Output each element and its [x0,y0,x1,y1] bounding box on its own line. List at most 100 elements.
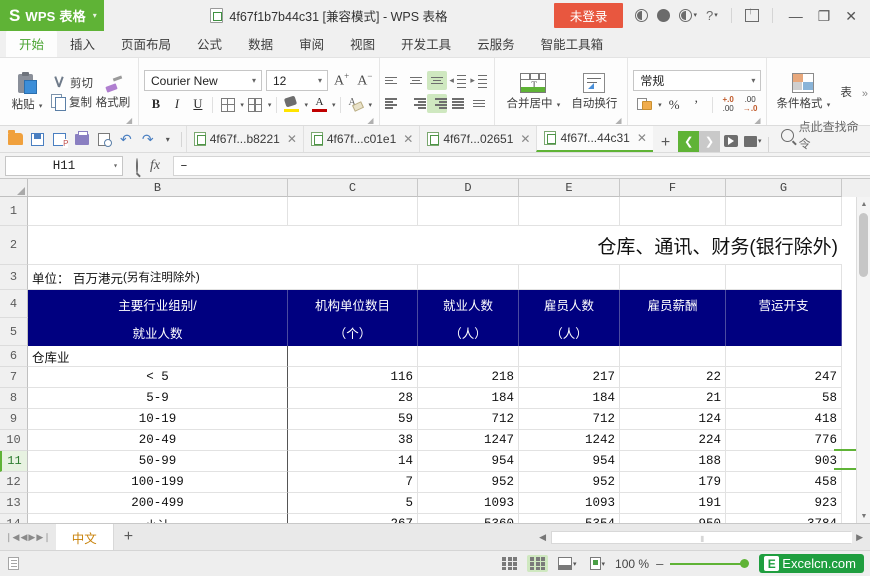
ribbon-tab-view[interactable]: 视图 [337,30,388,57]
zoom-formula-icon[interactable] [136,159,138,173]
row-header-13[interactable]: 13 [0,493,28,514]
vertical-scrollbar[interactable]: ▲ ▼ [856,197,870,523]
cell-units[interactable]: 38 [288,430,418,451]
cell-employment[interactable]: 712 [418,409,519,430]
page-break-view-button[interactable]: ▾ [555,555,580,572]
cell-units[interactable]: 28 [288,388,418,409]
hscroll-thumb[interactable]: ⦀ [552,532,852,543]
qat-more-icon[interactable]: ▾ [159,135,177,144]
cell-operating[interactable]: 776 [726,430,842,451]
select-all-corner[interactable] [0,179,28,197]
ribbon-tab-developer[interactable]: 开发工具 [388,30,464,57]
row-header-10[interactable]: 10 [0,430,28,451]
chevron-down-icon[interactable]: ▾ [240,101,244,109]
align-middle-button[interactable] [406,71,426,90]
cell-B3-unit[interactable]: 单位： 百万港元 (另有注明除外) [28,265,288,290]
close-icon[interactable]: ✕ [403,132,413,146]
upload-icon[interactable] [745,9,759,22]
ribbon-tab-page-layout[interactable]: 页面布局 [108,30,184,57]
close-icon[interactable]: ✕ [287,132,297,146]
close-button[interactable]: ✕ [842,9,860,23]
percent-format-button[interactable]: % [665,95,684,114]
hscroll-right-button[interactable]: ▶ [853,532,866,543]
cell-C6[interactable] [288,346,418,367]
cell-compensation[interactable]: 124 [620,409,726,430]
cell-G1[interactable] [726,197,842,226]
horizontal-scrollbar[interactable]: ◀ ⦀ ▶ [143,531,870,544]
clipboard-dialog-launcher[interactable]: ◢ [126,116,134,124]
align-bottom-button[interactable] [427,71,447,90]
cell-label[interactable]: 50-99 [28,451,288,472]
font-name-combo[interactable]: Courier New ▾ [144,70,262,91]
save-icon[interactable] [27,128,49,150]
increase-decimal-button[interactable]: +.0.00 [719,95,738,114]
row-header-14[interactable]: 14 [0,514,28,523]
zoom-out-button[interactable]: – [656,556,663,571]
font-size-combo[interactable]: 12 ▾ [266,70,328,91]
cell-G6[interactable] [726,346,842,367]
font-dialog-launcher[interactable]: ◢ [367,116,375,124]
sheet-tab-chinese[interactable]: 中文 [56,524,114,550]
cut-button[interactable]: 剪切 [51,75,93,91]
row-header-2[interactable]: 2 [0,226,28,265]
row-header-3[interactable]: 3 [0,265,28,290]
header-operating-line1[interactable]: 营运开支 [726,290,842,318]
wps-brand-button[interactable]: S WPS 表格 ▾ [0,0,104,31]
section-label-cell[interactable]: 仓库业 [28,346,288,367]
row-header-4[interactable]: 4 [0,290,28,318]
chevron-down-icon[interactable]: ▾ [268,101,272,109]
command-search-button[interactable]: 点此查找命令 [773,118,870,152]
header-industry-line2[interactable]: 就业人数 [28,318,288,346]
scroll-up-button[interactable]: ▲ [857,197,870,211]
merge-center-button[interactable]: T 合并居中 ▾ [500,73,566,111]
cell-operating[interactable]: 247 [726,367,842,388]
increase-font-size-button[interactable]: A+ [332,71,351,90]
align-right-button[interactable] [406,94,426,113]
conditional-format-button[interactable]: 条件格式 ▾ [772,73,834,111]
print-preview-icon[interactable] [93,128,115,150]
cell-C1[interactable] [288,197,418,226]
chevron-down-icon[interactable]: ▾ [658,101,662,109]
format-painter-button[interactable]: 格式刷 [93,75,133,110]
column-header-C[interactable]: C [288,179,418,197]
alignment-dialog-launcher[interactable]: ◢ [615,116,623,124]
cell-compensation[interactable]: 21 [620,388,726,409]
new-document-button[interactable]: + [653,134,678,152]
font-color-button[interactable]: A [310,95,329,114]
number-format-combo[interactable]: 常规 ▾ [633,70,761,91]
cell-employment[interactable]: 1093 [418,493,519,514]
column-header-G[interactable]: G [726,179,842,197]
header-compensation-line2[interactable] [620,318,726,346]
header-compensation-line1[interactable]: 雇员薪酬 [620,290,726,318]
cell-label[interactable]: 10-19 [28,409,288,430]
row-header-9[interactable]: 9 [0,409,28,430]
document-tab-44c31[interactable]: 4f67f...44c31 ✕ [536,126,652,152]
cell-operating[interactable]: 458 [726,472,842,493]
comma-format-button[interactable]: ʼ [687,95,706,114]
close-icon[interactable]: ✕ [520,132,530,146]
cell-units[interactable]: 7 [288,472,418,493]
zoom-slider-knob[interactable] [740,559,749,568]
open-icon[interactable] [5,128,27,150]
cell-operating[interactable]: 3784 [726,514,842,523]
cell-C3[interactable] [288,265,418,290]
dropbox-icon[interactable]: ▾ [679,9,697,22]
share-icon[interactable]: ▾ [742,130,764,152]
hexagon-icon[interactable] [657,9,670,22]
redo-icon[interactable]: ↷ [137,128,159,150]
header-units-line1[interactable]: 机构单位数目 [288,290,418,318]
cell-D1[interactable] [418,197,519,226]
presentation-icon[interactable] [720,130,742,152]
last-sheet-button[interactable]: ▶❘ [36,532,50,543]
row-header-1[interactable]: 1 [0,197,28,226]
cell-compensation[interactable]: 179 [620,472,726,493]
cell-E3[interactable] [519,265,620,290]
borders-button[interactable] [218,95,237,114]
login-button[interactable]: 未登录 [554,3,624,28]
cell-D3[interactable] [418,265,519,290]
column-header-D[interactable]: D [418,179,519,197]
currency-format-button[interactable] [635,95,654,114]
decrease-font-size-button[interactable]: A− [355,71,374,90]
cell-employees[interactable]: 952 [519,472,620,493]
header-employment-line2[interactable]: （人） [418,318,519,346]
